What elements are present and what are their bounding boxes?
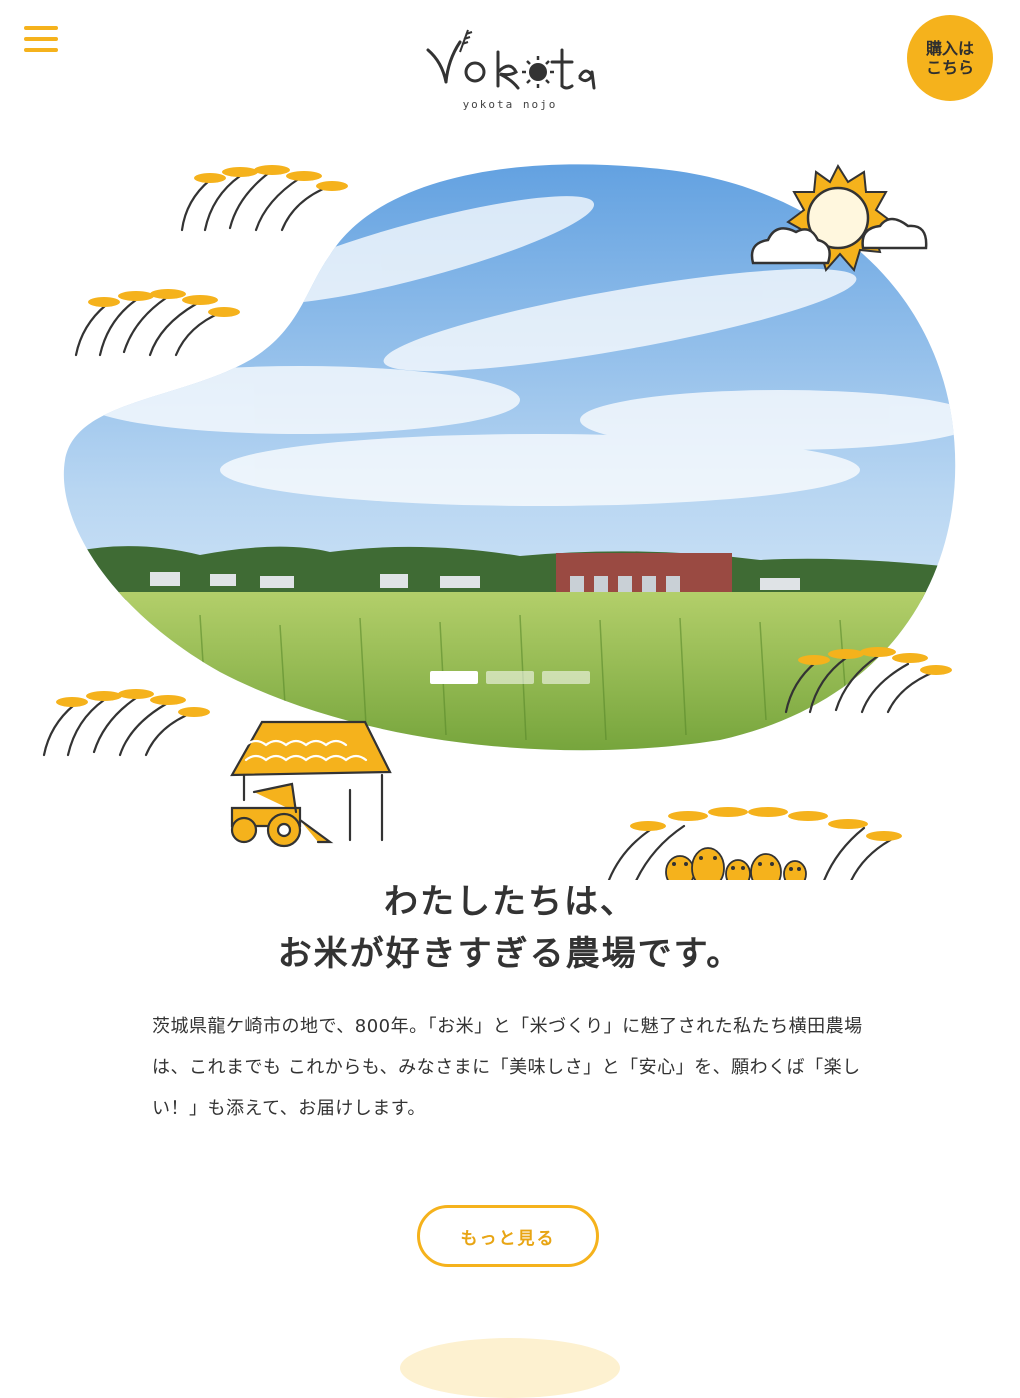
intro-body: 茨城県龍ケ崎市の地で、800年。「お米」と「米づくり」に魅了された私たち横田農場… (152, 1016, 863, 1119)
slide-dot-1[interactable] (430, 671, 478, 684)
menu-button[interactable] (24, 26, 62, 56)
site-logo[interactable]: yokota nojo (420, 22, 600, 118)
buy-button[interactable]: 購入は こちら (907, 15, 993, 101)
slide-dot-3[interactable] (542, 671, 590, 684)
intro-headline: わたしたちは、 お米が好きすぎる農場です。 (0, 876, 1020, 980)
next-section-decoration (400, 1338, 620, 1398)
tractor-shed-icon (230, 720, 392, 848)
hero-slider (42, 163, 956, 880)
menu-icon-bar (24, 37, 58, 41)
menu-icon-bar (24, 26, 58, 30)
menu-icon-bar (24, 48, 58, 52)
logo-mark (426, 29, 596, 90)
more-button[interactable]: もっと見る (417, 1205, 599, 1267)
logo-subtitle: yokota nojo (462, 98, 558, 111)
slide-dot-2[interactable] (486, 671, 534, 684)
headline-line-1: わたしたちは、 (384, 882, 636, 922)
headline-line-2: お米が好きすぎる農場です。 (277, 934, 743, 974)
slider-pagination (430, 671, 590, 684)
